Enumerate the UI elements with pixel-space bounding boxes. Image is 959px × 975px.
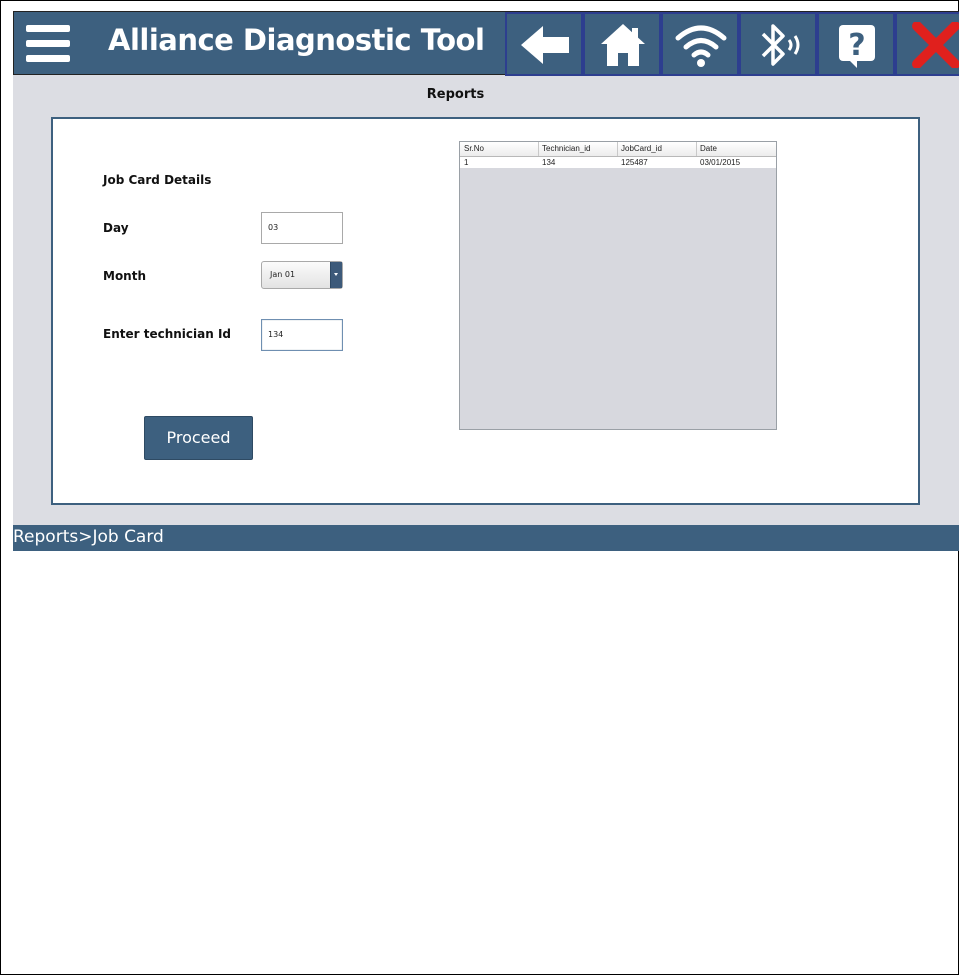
month-select-value: Jan 01 <box>270 270 296 279</box>
table-header: Sr.No Technician_id JobCard_id Date <box>460 142 776 157</box>
app-window: Alliance Diagnostic Tool ? Reports Job C… <box>13 11 959 551</box>
column-header-technician-id[interactable]: Technician_id <box>542 144 590 153</box>
wifi-button[interactable] <box>661 12 739 76</box>
bluetooth-button[interactable] <box>739 12 817 76</box>
app-title: Alliance Diagnostic Tool <box>108 23 485 57</box>
column-header-sr-no[interactable]: Sr.No <box>464 144 484 153</box>
table-row[interactable]: 1 134 125487 03/01/2015 <box>460 157 776 168</box>
technician-id-label: Enter technician Id <box>103 327 231 341</box>
proceed-button[interactable]: Proceed <box>144 416 253 460</box>
bluetooth-icon <box>761 24 800 66</box>
cell-date: 03/01/2015 <box>700 158 741 167</box>
home-icon <box>601 24 645 66</box>
day-input[interactable]: 03 <box>261 212 343 244</box>
menu-button[interactable] <box>26 25 70 63</box>
technician-id-input[interactable]: 134 <box>261 319 343 351</box>
column-header-date[interactable]: Date <box>700 144 717 153</box>
cell-jobcard-id: 125487 <box>621 158 648 167</box>
page-title: Reports <box>426 87 485 102</box>
month-label: Month <box>103 269 147 283</box>
home-button[interactable] <box>583 12 661 76</box>
cell-technician-id: 134 <box>542 158 556 167</box>
outer-frame: Alliance Diagnostic Tool ? Reports Job C… <box>0 0 959 975</box>
month-select[interactable]: Jan 01 <box>261 261 343 289</box>
svg-text:?: ? <box>848 28 865 63</box>
day-label: Day <box>103 221 129 235</box>
cell-sr-no: 1 <box>464 158 469 167</box>
wifi-icon <box>675 25 727 67</box>
help-icon: ? <box>839 25 875 68</box>
header-bar: Alliance Diagnostic Tool ? <box>13 11 959 76</box>
close-icon <box>912 22 959 68</box>
back-arrow-icon <box>521 26 569 64</box>
help-button[interactable]: ? <box>817 12 895 76</box>
job-card-panel: Job Card Details Day 03 Month Jan 01 Ent… <box>51 117 920 505</box>
chevron-down-icon[interactable] <box>330 262 342 288</box>
breadcrumb: Reports>Job Card <box>13 527 164 547</box>
column-header-jobcard-id[interactable]: JobCard_id <box>621 144 662 153</box>
section-title: Job Card Details <box>103 173 212 187</box>
back-button[interactable] <box>505 12 583 76</box>
close-button[interactable] <box>895 12 959 76</box>
status-bar: Reports>Job Card <box>13 525 959 551</box>
job-card-table: Sr.No Technician_id JobCard_id Date 1 13… <box>459 141 777 430</box>
